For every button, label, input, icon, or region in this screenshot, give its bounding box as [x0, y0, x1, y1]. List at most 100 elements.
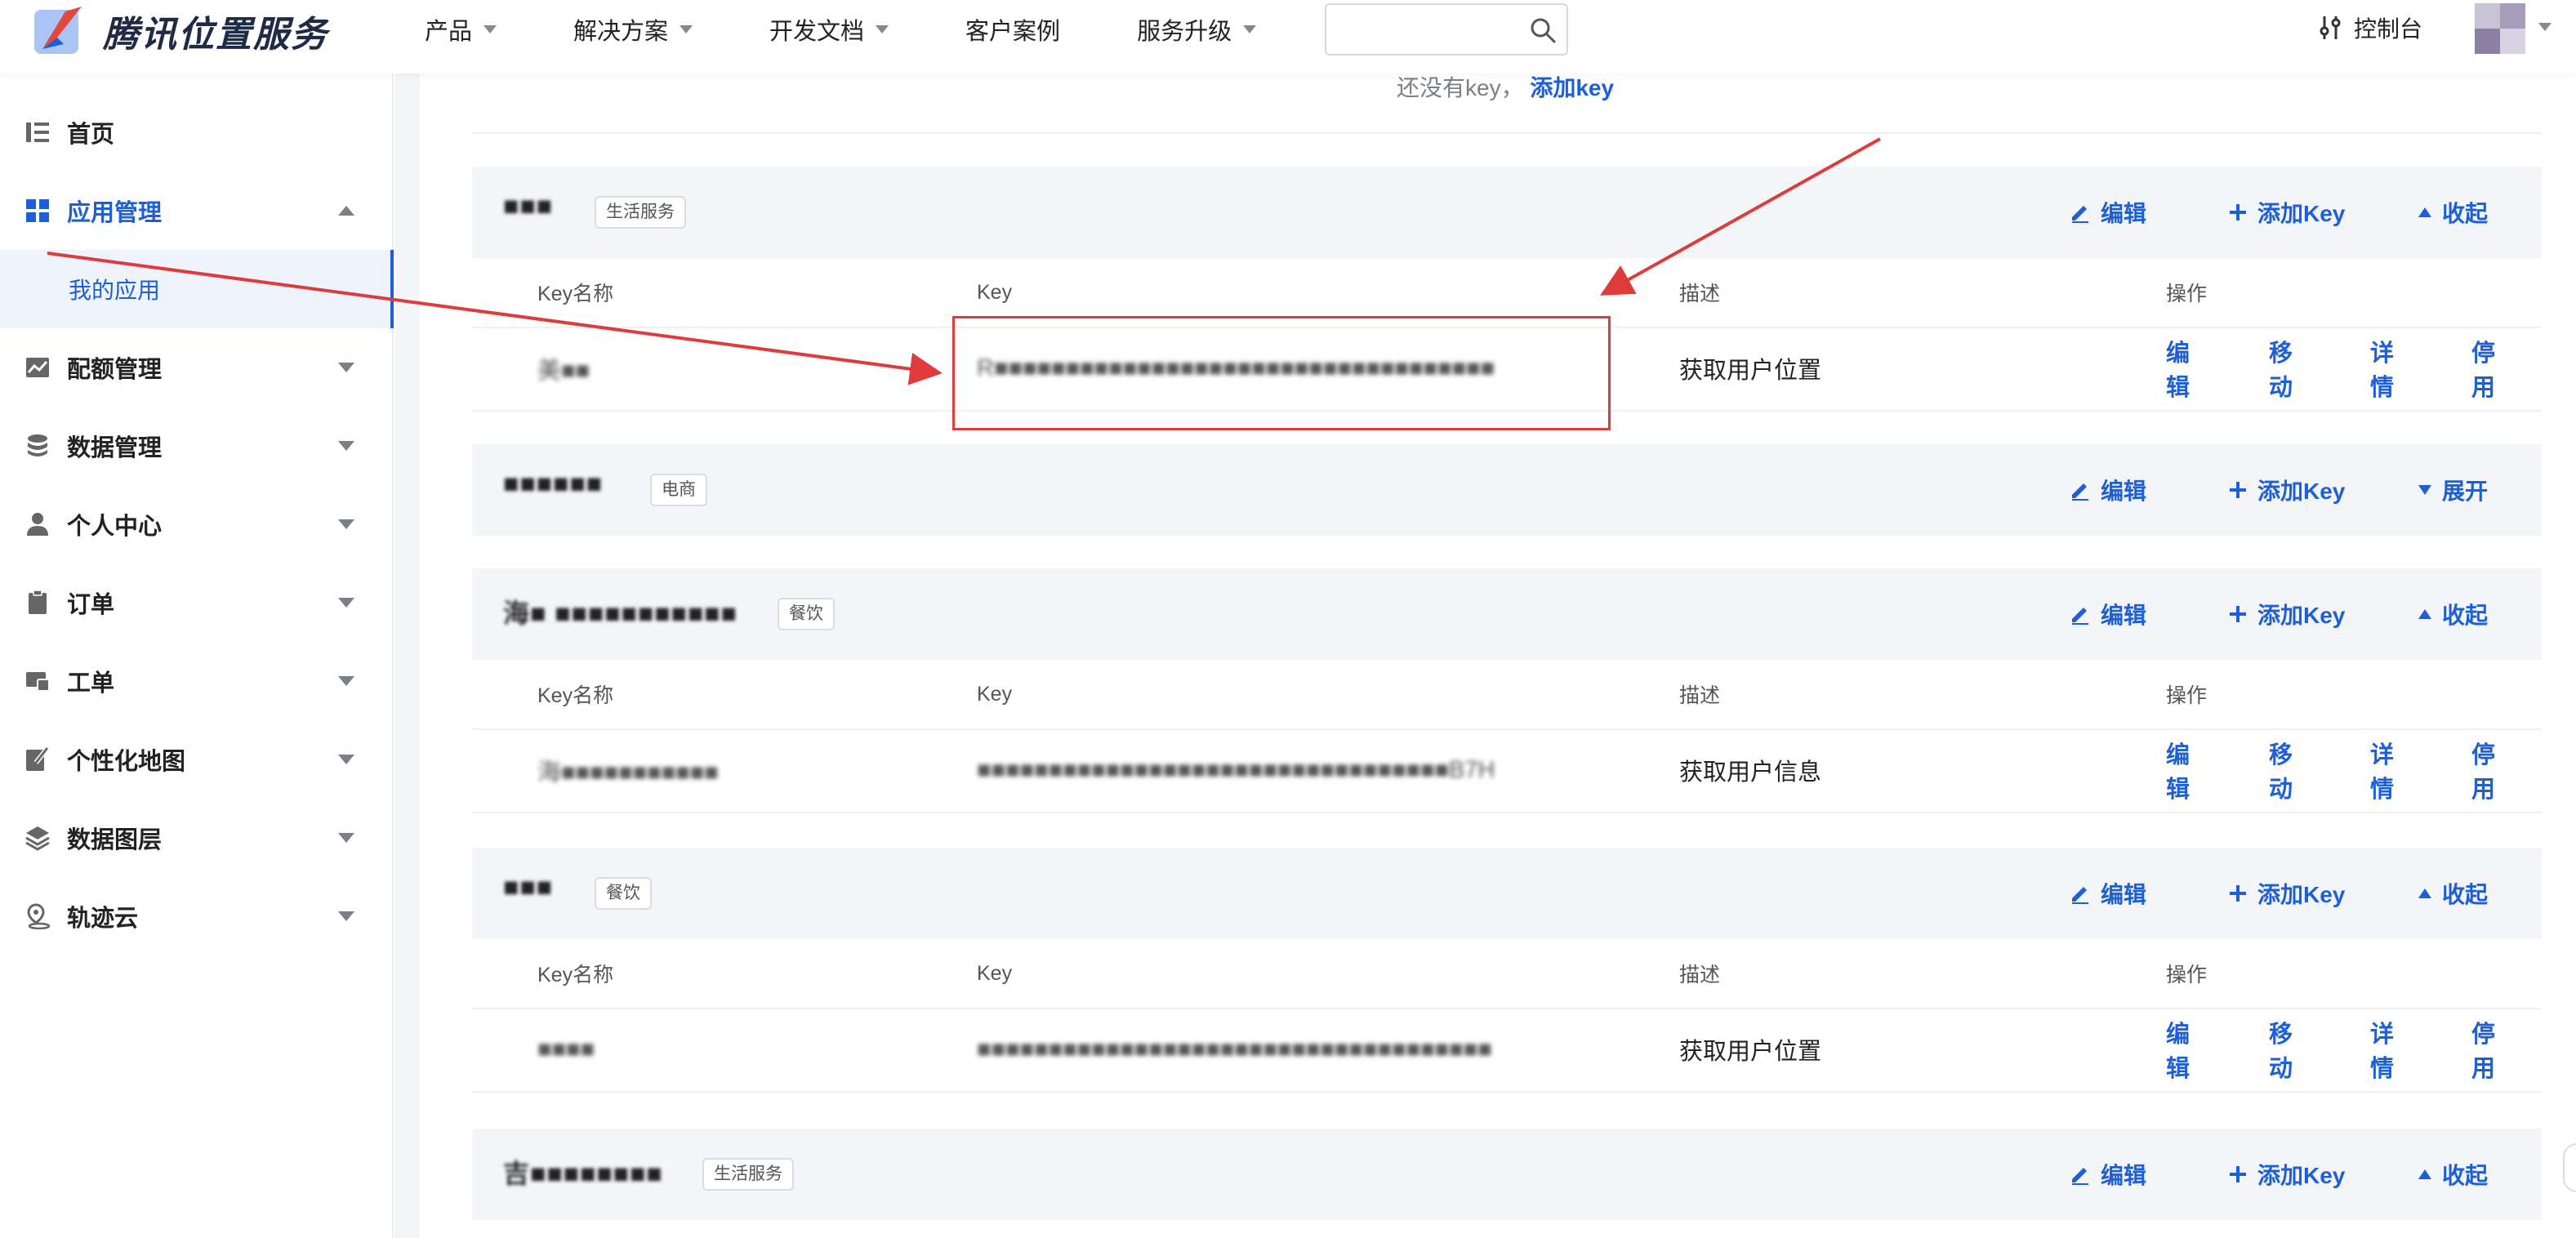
- app-name: ■■■: [503, 872, 553, 902]
- plus-icon: [2230, 204, 2246, 220]
- collapse-button[interactable]: 收起: [2418, 877, 2488, 910]
- app-card-header: ■■■ 餐饮 编辑 添加Key 收起: [472, 848, 2542, 939]
- row-disable-button[interactable]: 停用: [2471, 334, 2495, 403]
- database-icon: [28, 434, 47, 456]
- sidebar-item-tickets[interactable]: 工单: [0, 642, 394, 720]
- app-category-tag: 生活服务: [702, 1158, 794, 1191]
- row-edit-button[interactable]: 编辑: [2166, 1015, 2190, 1084]
- key-name-cell: 海■■■■■■■■■■■: [537, 759, 719, 786]
- nav-item-solutions[interactable]: 解决方案: [573, 12, 693, 47]
- table-row: ■■■■ ■■■■■■■■■■■■■■■■■■■■■■■■■■■■■■■■■■■…: [472, 1008, 2542, 1093]
- edit-app-button[interactable]: 编辑: [2070, 877, 2146, 910]
- app-name: 海■ ■■■■■■■■■■■: [503, 599, 738, 628]
- collapse-button[interactable]: 收起: [2418, 196, 2488, 229]
- no-key-hint: 还没有key， 添加key: [1397, 70, 1614, 103]
- row-detail-button[interactable]: 详情: [2370, 736, 2394, 804]
- chevron-up-icon: [338, 206, 354, 216]
- pencil-icon: [2072, 887, 2088, 904]
- chevron-down-icon: [338, 676, 354, 686]
- edit-app-button[interactable]: 编辑: [2070, 474, 2146, 506]
- row-detail-button[interactable]: 详情: [2370, 334, 2394, 403]
- sidebar-item-custom-map[interactable]: 个性化地图: [0, 720, 394, 799]
- sidebar: 首页 应用管理 我的应用 配额管理 数据管理 个人中心 订单 工单 个性化地图 …: [0, 73, 394, 1238]
- row-edit-button[interactable]: 编辑: [2166, 334, 2190, 403]
- sidebar-item-label: 应用管理: [67, 200, 163, 226]
- chevron-down-icon: [338, 755, 354, 764]
- pencil-icon: [2072, 206, 2088, 223]
- list-icon: [26, 122, 49, 142]
- sidebar-item-label: 首页: [67, 122, 115, 148]
- add-key-button[interactable]: 添加Key: [2228, 598, 2345, 630]
- col-key: Key: [977, 682, 1013, 706]
- row-disable-button[interactable]: 停用: [2471, 1015, 2495, 1084]
- col-key-name: Key名称: [537, 283, 614, 305]
- col-key: Key: [977, 961, 1013, 985]
- brand-logo[interactable]: 腾讯位置服务: [33, 5, 328, 57]
- col-key-name: Key名称: [537, 684, 614, 707]
- collapse-button[interactable]: 收起: [2418, 598, 2488, 630]
- search-input[interactable]: [1326, 5, 1514, 54]
- app-name: 吉■■■■■■■■: [503, 1159, 663, 1188]
- key-value-cell: ■■■■■■■■■■■■■■■■■■■■■■■■■■■■■■■■■B7H: [977, 756, 1495, 783]
- add-key-button[interactable]: 添加Key: [2228, 877, 2345, 910]
- sidebar-item-profile[interactable]: 个人中心: [0, 485, 394, 563]
- avatar[interactable]: [2475, 3, 2525, 54]
- pencil-icon: [2072, 483, 2088, 501]
- row-move-button[interactable]: 移动: [2269, 1015, 2293, 1084]
- sidebar-item-track-cloud[interactable]: 轨迹云: [0, 877, 394, 955]
- sidebar-item-home[interactable]: 首页: [0, 93, 394, 171]
- edit-app-button[interactable]: 编辑: [2070, 598, 2146, 630]
- edit-app-button[interactable]: 编辑: [2070, 196, 2146, 229]
- sidebar-item-app-management[interactable]: 应用管理: [0, 171, 394, 250]
- action-label: 添加Key: [2257, 882, 2346, 907]
- nav-item-upgrade[interactable]: 服务升级: [1137, 12, 1257, 47]
- expand-button[interactable]: 展开: [2418, 474, 2488, 506]
- col-operations: 操作: [2166, 684, 2208, 707]
- app-category-tag: 餐饮: [595, 877, 652, 910]
- add-key-button[interactable]: 添加Key: [2228, 196, 2345, 229]
- divider: [472, 132, 2542, 134]
- col-description: 描述: [1679, 684, 1721, 707]
- scroll-handle[interactable]: [2563, 1143, 2576, 1192]
- sidebar-item-my-apps[interactable]: 我的应用: [0, 250, 394, 328]
- chevron-down-icon: [1243, 25, 1257, 33]
- add-key-button[interactable]: 添加Key: [2228, 474, 2345, 506]
- row-disable-button[interactable]: 停用: [2471, 736, 2495, 804]
- sidebar-item-data[interactable]: 数据管理: [0, 407, 394, 485]
- chevron-down-icon[interactable]: [2538, 23, 2551, 31]
- nav-item-docs[interactable]: 开发文档: [769, 12, 889, 47]
- caret-up-icon: [2418, 1169, 2431, 1179]
- sidebar-item-quota[interactable]: 配额管理: [0, 328, 394, 407]
- user-icon: [27, 513, 48, 536]
- app-card-header: ■■■ 生活服务 编辑 添加Key 收起: [472, 167, 2542, 258]
- collapse-button[interactable]: 收起: [2418, 1158, 2488, 1191]
- chevron-down-icon: [338, 911, 354, 921]
- app-category-tag: 生活服务: [595, 196, 686, 229]
- row-move-button[interactable]: 移动: [2269, 736, 2293, 804]
- search-icon[interactable]: [1529, 16, 1557, 44]
- add-key-button[interactable]: 添加Key: [2228, 1158, 2345, 1191]
- row-detail-button[interactable]: 详情: [2370, 1015, 2394, 1084]
- action-label: 添加Key: [2257, 603, 2346, 628]
- app-name: ■■■■■■: [503, 469, 603, 498]
- logo-mark-icon: [33, 5, 85, 57]
- chevron-down-icon: [680, 25, 693, 33]
- action-label: 编辑: [2101, 201, 2147, 226]
- console-link[interactable]: 控制台: [2320, 11, 2422, 44]
- row-edit-button[interactable]: 编辑: [2166, 736, 2190, 804]
- col-description: 描述: [1679, 964, 1721, 986]
- console-label: 控制台: [2354, 16, 2423, 42]
- sidebar-item-label: 数据管理: [67, 435, 163, 461]
- sidebar-item-orders[interactable]: 订单: [0, 563, 394, 642]
- row-move-button[interactable]: 移动: [2269, 334, 2293, 403]
- action-label: 收起: [2442, 1163, 2489, 1188]
- nav-item-products[interactable]: 产品: [425, 12, 497, 47]
- sidebar-item-data-layers[interactable]: 数据图层: [0, 799, 394, 877]
- add-key-link[interactable]: 添加key: [1530, 75, 1614, 100]
- nav-item-cases[interactable]: 客户案例: [965, 12, 1060, 47]
- table-row: 海■■■■■■■■■■■ ■■■■■■■■■■■■■■■■■■■■■■■■■■■…: [472, 728, 2542, 813]
- edit-app-button[interactable]: 编辑: [2070, 1158, 2146, 1191]
- col-description: 描述: [1679, 283, 1721, 305]
- action-label: 展开: [2442, 479, 2489, 504]
- chevron-down-icon: [876, 25, 889, 33]
